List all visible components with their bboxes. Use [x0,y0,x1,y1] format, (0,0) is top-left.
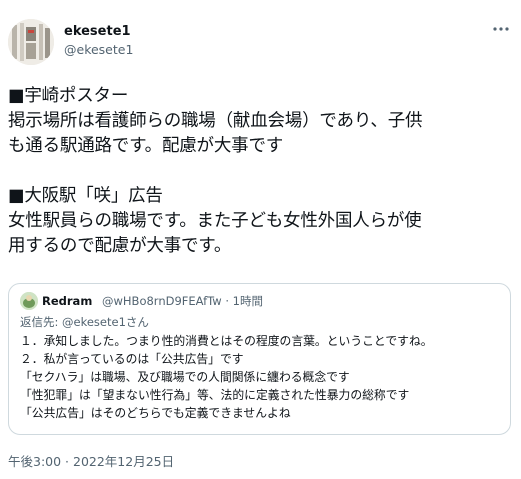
quoted-avatar[interactable] [20,292,38,310]
avatar[interactable] [8,19,54,65]
tweet-line: 女性駅員らの職場です。また子ども女性外国人らが使 [8,211,422,231]
quoted-text: １．承知しました。つまり性的消費とはその程度の言葉。ということですね。 ２．私が… [20,332,433,422]
avatar-image [8,19,54,65]
tweet-line: 用するので配慮が大事です。 [8,236,232,256]
reply-to-label: 返信先: @ekesete1さん [20,315,149,329]
user-handle[interactable]: @ekesete1 [64,41,133,58]
quoted-line: 「公共広告」はそのどちらでも定義できませんよね [20,406,291,420]
quoted-line: 「性犯罪」は「望まない性行為」等、法的に定義された性暴力の総称です [20,388,410,402]
tweet: ekesete1 @ekesete1 ■宇崎ポスター 掲示場所は看護師らの職場（… [0,0,521,479]
quoted-line: 「セクハラ」は職場、及び職場での人間関係に纏わる概念です [20,370,350,384]
quoted-line: ２．私が言っているのは「公共広告」です [20,352,244,366]
quoted-tweet[interactable]: Redram @wHBo8rnD9FEAfTw · 1時間 返信先: @ekes… [8,283,511,435]
tweet-line [8,159,513,184]
tweet-line: も通る駅通路です。配慮が大事です [8,136,284,156]
quoted-display-name[interactable]: Redram [42,293,92,309]
tweet-line: ■大阪駅「咲」広告 [8,186,163,206]
tweet-line: ■宇崎ポスター [8,86,129,106]
display-name[interactable]: ekesete1 [64,23,133,40]
more-horizontal-icon[interactable] [491,21,511,35]
quoted-meta: @wHBo8rnD9FEAfTw · 1時間 [102,294,263,308]
user-info: ekesete1 @ekesete1 [64,23,133,58]
tweet-line: 掲示場所は看護師らの職場（献血会場）であり、子供 [8,111,423,131]
quoted-line: １．承知しました。つまり性的消費とはその程度の言葉。ということですね。 [20,334,433,348]
tweet-header: ekesete1 @ekesete1 [8,19,513,67]
tweet-text: ■宇崎ポスター 掲示場所は看護師らの職場（献血会場）であり、子供 も通る駅通路で… [8,84,513,259]
tweet-timestamp[interactable]: 午後3:00 · 2022年12月25日 [8,453,174,470]
